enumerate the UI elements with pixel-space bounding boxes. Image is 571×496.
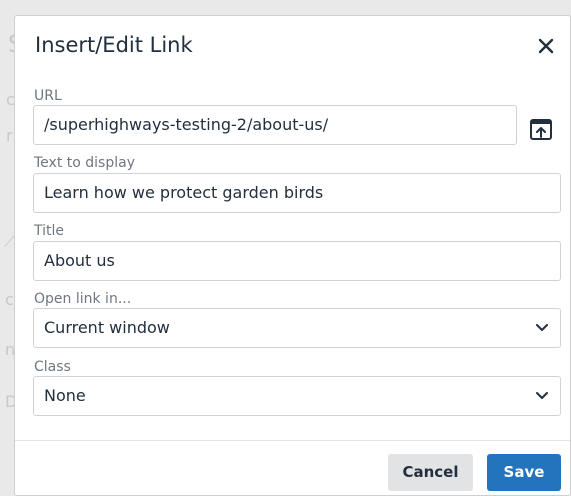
close-icon[interactable] <box>536 36 556 56</box>
open-link-in-label: Open link in... <box>34 291 132 307</box>
open-link-in-select[interactable]: Current window <box>33 308 561 348</box>
browse-upload-icon[interactable] <box>528 117 554 143</box>
cancel-button[interactable]: Cancel <box>388 454 473 491</box>
text-to-display-input[interactable]: Learn how we protect garden birds <box>33 173 561 213</box>
dialog-title: Insert/Edit Link <box>35 33 193 57</box>
chevron-down-icon <box>536 392 548 399</box>
dialog-header: Insert/Edit Link <box>15 16 570 76</box>
footer-divider <box>15 440 570 441</box>
class-label: Class <box>34 359 71 375</box>
open-link-in-value: Current window <box>44 318 170 337</box>
text-to-display-label: Text to display <box>34 155 135 171</box>
chevron-down-icon <box>536 324 548 331</box>
url-input[interactable]: /superhighways-testing-2/about-us/ <box>33 105 517 145</box>
save-button[interactable]: Save <box>487 454 561 491</box>
background-fragment: c <box>5 290 14 309</box>
url-label: URL <box>34 88 62 104</box>
insert-link-dialog: Insert/Edit Link URL /superhighways-test… <box>14 15 571 496</box>
class-select[interactable]: None <box>33 376 561 416</box>
background-fragment: r <box>6 126 13 145</box>
class-value: None <box>44 386 86 405</box>
title-label: Title <box>34 223 65 239</box>
title-input[interactable]: About us <box>33 241 561 281</box>
